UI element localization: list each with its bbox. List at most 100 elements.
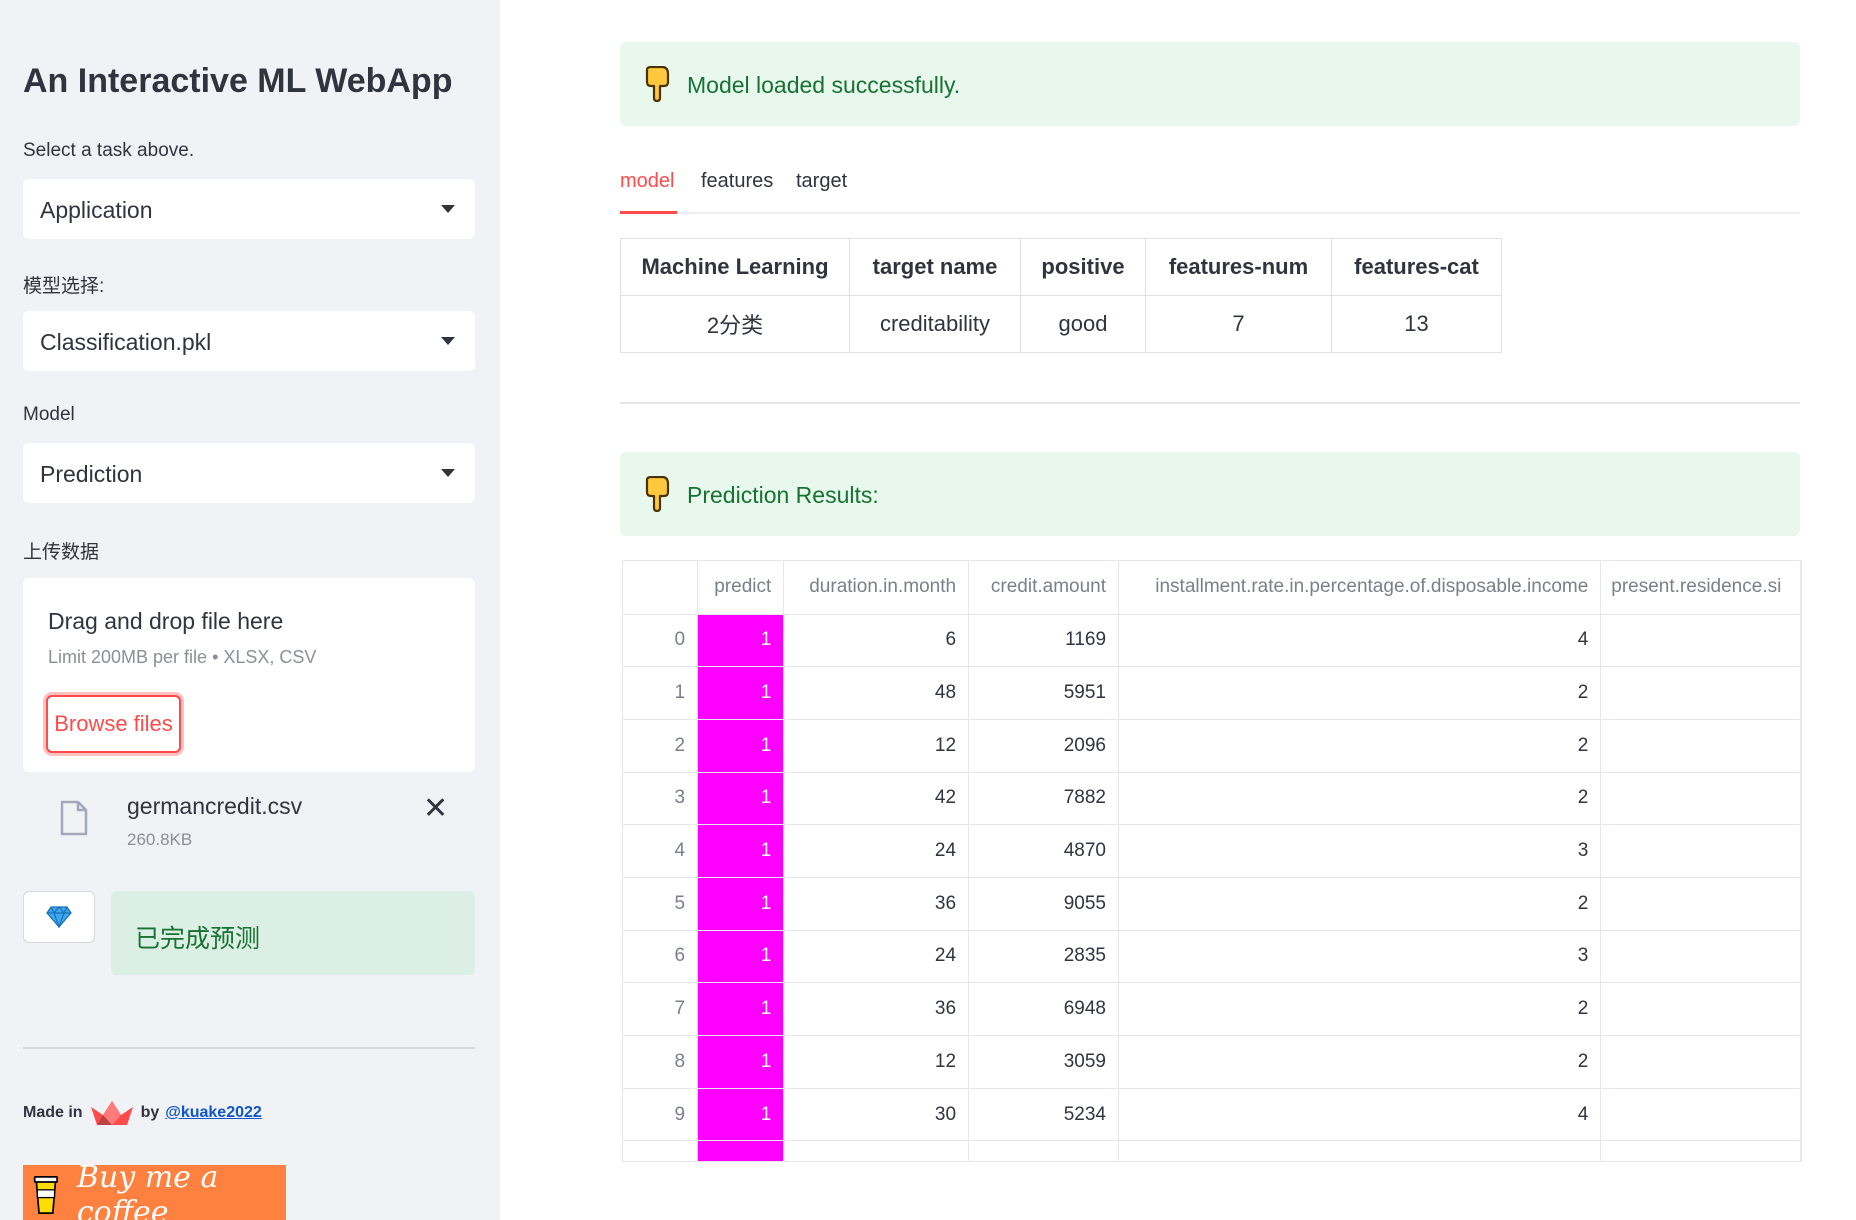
- uploaded-file: germancredit.csv 260.8KB ✕: [23, 785, 475, 855]
- column-header[interactable]: installment.rate.in.percentage.of.dispos…: [1118, 561, 1602, 615]
- table-cell[interactable]: [1600, 1035, 1801, 1089]
- table-header-row: Machine Learning target name positive fe…: [620, 238, 1502, 296]
- index-header[interactable]: [623, 561, 699, 615]
- table-cell: 7: [1145, 295, 1332, 353]
- tab-model[interactable]: model: [620, 170, 674, 193]
- row-index[interactable]: 1: [623, 666, 699, 720]
- table-cell[interactable]: [1600, 930, 1801, 984]
- table-cell[interactable]: 4870: [968, 824, 1120, 878]
- table-cell[interactable]: 7882: [968, 772, 1120, 826]
- table-cell[interactable]: 9055: [968, 877, 1120, 931]
- table-cell[interactable]: 1169: [968, 614, 1120, 668]
- dropzone-instructions: Drag and drop file here: [48, 608, 284, 634]
- chevron-down-icon: [441, 469, 455, 477]
- predict-cell[interactable]: 1: [697, 666, 785, 720]
- model-file-select[interactable]: Classification.pkl: [23, 311, 475, 371]
- mode-select-value: Prediction: [40, 461, 143, 487]
- table-cell[interactable]: 5951: [968, 666, 1120, 720]
- coffee-cup-icon: [33, 1176, 58, 1214]
- table-cell[interactable]: 24: [783, 930, 970, 984]
- table-header-row: predict duration.in.month credit.amount ins…: [623, 561, 1801, 615]
- table-header: target name: [849, 238, 1021, 296]
- model-loaded-alert: Model loaded successfully.: [620, 42, 1800, 126]
- row-index[interactable]: 3: [623, 772, 699, 826]
- table-cell[interactable]: 3: [1118, 824, 1602, 878]
- column-header[interactable]: predict: [697, 561, 785, 615]
- table-cell[interactable]: 2: [1118, 772, 1602, 826]
- browse-files-button[interactable]: Browse files: [46, 695, 181, 753]
- table-cell[interactable]: 36: [783, 982, 970, 1036]
- predict-cell[interactable]: 1: [697, 877, 785, 931]
- gem-button[interactable]: [23, 891, 95, 943]
- table-cell[interactable]: 4: [1118, 614, 1602, 668]
- table-cell[interactable]: 3: [1118, 930, 1602, 984]
- predict-cell[interactable]: 1: [697, 772, 785, 826]
- results-dataframe[interactable]: predict duration.in.month credit.amount ins…: [622, 560, 1802, 1162]
- table-header: features-num: [1145, 238, 1332, 296]
- table-row: 2分类 creditability good 7 13: [620, 295, 1502, 353]
- table-cell[interactable]: 2: [1118, 982, 1602, 1036]
- predict-cell[interactable]: 1: [697, 1088, 785, 1142]
- table-cell[interactable]: 2835: [968, 930, 1120, 984]
- row-index[interactable]: 0: [623, 614, 699, 668]
- mode-select[interactable]: Prediction: [23, 443, 475, 503]
- tab-target[interactable]: target: [796, 170, 847, 193]
- prediction-done-text: 已完成预测: [135, 925, 261, 953]
- predict-cell[interactable]: 1: [697, 1035, 785, 1089]
- row-index[interactable]: 6: [623, 930, 699, 984]
- file-icon: [60, 800, 88, 836]
- table-cell[interactable]: 48: [783, 666, 970, 720]
- row-index[interactable]: 8: [623, 1035, 699, 1089]
- table-cell[interactable]: 2: [1118, 877, 1602, 931]
- table-cell[interactable]: 42: [783, 772, 970, 826]
- table-cell[interactable]: 5234: [968, 1088, 1120, 1142]
- buy-me-a-coffee-button[interactable]: Buy me a coffee: [23, 1160, 286, 1220]
- chevron-down-icon: [441, 205, 455, 213]
- table-cell[interactable]: [1600, 719, 1801, 773]
- table-row: 4 1 24 4870 3: [623, 824, 1801, 878]
- predict-cell[interactable]: 1: [697, 982, 785, 1036]
- close-icon[interactable]: ✕: [423, 791, 448, 826]
- table-cell[interactable]: 2: [1118, 666, 1602, 720]
- column-header[interactable]: duration.in.month: [783, 561, 970, 615]
- table-cell[interactable]: 6948: [968, 982, 1120, 1036]
- chevron-down-icon: [441, 337, 455, 345]
- row-index[interactable]: 4: [623, 824, 699, 878]
- tab-features[interactable]: features: [701, 170, 773, 193]
- author-link[interactable]: @kuake2022: [165, 1104, 262, 1122]
- table-cell[interactable]: 4: [1118, 1088, 1602, 1142]
- row-index[interactable]: 9: [623, 1088, 699, 1142]
- table-cell[interactable]: [1600, 772, 1801, 826]
- table-cell[interactable]: 24: [783, 824, 970, 878]
- row-index[interactable]: 5: [623, 877, 699, 931]
- table-cell[interactable]: 12: [783, 719, 970, 773]
- table-cell[interactable]: 30: [783, 1088, 970, 1142]
- column-header[interactable]: credit.amount: [968, 561, 1120, 615]
- row-index[interactable]: 2: [623, 719, 699, 773]
- table-cell[interactable]: 12: [783, 1035, 970, 1089]
- table-cell[interactable]: 2: [1118, 719, 1602, 773]
- table-row: 9 1 30 5234 4: [623, 1088, 1801, 1142]
- table-cell[interactable]: 3059: [968, 1035, 1120, 1089]
- table-cell[interactable]: [1600, 877, 1801, 931]
- table-cell[interactable]: 6: [783, 614, 970, 668]
- predict-cell[interactable]: 1: [697, 614, 785, 668]
- uploaded-file-name: germancredit.csv: [127, 793, 303, 819]
- gem-icon: [46, 906, 72, 928]
- table-cell[interactable]: [1600, 614, 1801, 668]
- predict-cell[interactable]: 1: [697, 719, 785, 773]
- model-info-table: Machine Learning target name positive fe…: [620, 238, 1502, 353]
- predict-cell[interactable]: 1: [697, 930, 785, 984]
- table-cell[interactable]: [1600, 982, 1801, 1036]
- predict-cell[interactable]: 1: [697, 824, 785, 878]
- table-cell[interactable]: [1600, 1088, 1801, 1142]
- task-select[interactable]: Application: [23, 179, 475, 239]
- file-uploader-dropzone[interactable]: Drag and drop file here Limit 200MB per …: [23, 578, 475, 772]
- table-cell[interactable]: [1600, 666, 1801, 720]
- table-cell[interactable]: [1600, 824, 1801, 878]
- column-header[interactable]: present.residence.si: [1600, 561, 1801, 615]
- table-cell[interactable]: 36: [783, 877, 970, 931]
- row-index[interactable]: 7: [623, 982, 699, 1036]
- table-cell[interactable]: 2096: [968, 719, 1120, 773]
- table-cell[interactable]: 2: [1118, 1035, 1602, 1089]
